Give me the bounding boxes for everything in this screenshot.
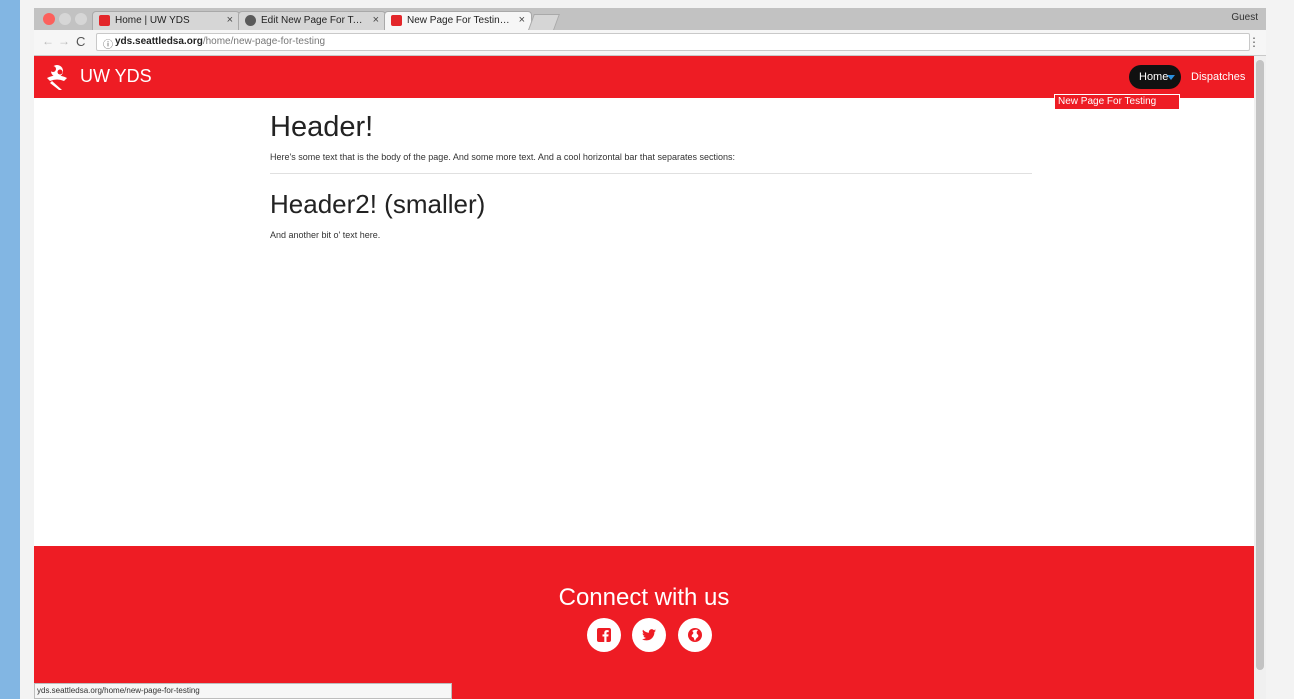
tab-edit-page[interactable]: Edit New Page For Testing | UW YDS ×: [238, 11, 386, 30]
connect-heading: Connect with us: [558, 584, 730, 611]
scrollbar-thumb[interactable]: [1256, 60, 1264, 670]
maximize-window-button[interactable]: [75, 13, 87, 25]
tab-home[interactable]: Home | UW YDS ×: [92, 11, 240, 30]
facebook-icon: [597, 628, 611, 642]
globe-icon: [688, 628, 702, 642]
tab-title: New Page For Testing | UW YDS: [407, 15, 512, 26]
twitter-button[interactable]: [632, 618, 666, 652]
rose-favicon-icon: [391, 15, 402, 26]
nav-home-dropdown[interactable]: Home: [1129, 65, 1181, 89]
page-header: Header!: [270, 111, 374, 143]
new-tab-button[interactable]: [528, 14, 560, 30]
tab-title: Home | UW YDS: [115, 15, 190, 26]
close-window-button[interactable]: [43, 13, 55, 25]
back-arrow-icon[interactable]: ←: [42, 34, 54, 48]
url-domain: yds.seattledsa.org: [115, 36, 203, 47]
browser-toolbar: ← → C ⓘ yds.seattledsa.org/home/new-page…: [34, 30, 1266, 56]
page-content: Header! Here's some text that is the bod…: [270, 108, 1032, 240]
forward-arrow-icon[interactable]: →: [58, 34, 70, 48]
body-paragraph-2: And another bit o' text here.: [270, 230, 381, 240]
rose-logo-icon[interactable]: [44, 63, 70, 91]
website-button[interactable]: [678, 618, 712, 652]
rose-favicon-icon: [99, 15, 110, 26]
site-brand[interactable]: UW YDS: [80, 66, 152, 87]
browser-window: Home | UW YDS × Edit New Page For Testin…: [34, 8, 1266, 699]
browser-menu-icon[interactable]: ⋮: [1248, 35, 1260, 49]
minimize-window-button[interactable]: [59, 13, 71, 25]
horizontal-divider: [270, 173, 1032, 174]
address-bar[interactable]: ⓘ yds.seattledsa.org/home/new-page-for-t…: [96, 33, 1250, 51]
web-page: UW YDS Home Dispatches New Page For Test…: [34, 56, 1254, 699]
facebook-button[interactable]: [587, 618, 621, 652]
page-subheader: Header2! (smaller): [270, 189, 486, 219]
page-scrollbar[interactable]: [1254, 56, 1266, 699]
guest-profile-label[interactable]: Guest: [1231, 12, 1258, 23]
nav-dispatches-link[interactable]: Dispatches: [1191, 71, 1245, 83]
tab-title: Edit New Page For Testing | UW YDS: [261, 15, 366, 26]
nav-home-label: Home: [1139, 71, 1169, 83]
tab-close-icon[interactable]: ×: [373, 14, 379, 26]
url-path: /home/new-page-for-testing: [202, 36, 326, 47]
caret-down-icon: [1167, 75, 1175, 80]
info-icon[interactable]: ⓘ: [103, 36, 113, 51]
reload-icon[interactable]: C: [76, 34, 85, 49]
site-footer: Connect with us: [34, 546, 1254, 699]
url-text: yds.seattledsa.org/home/new-page-for-tes…: [115, 36, 325, 47]
dropdown-item-new-page[interactable]: New Page For Testing: [1054, 94, 1180, 110]
tab-close-icon[interactable]: ×: [519, 14, 525, 26]
twitter-bird-icon: [642, 629, 656, 641]
status-bar-url: yds.seattledsa.org/home/new-page-for-tes…: [34, 683, 452, 699]
site-navbar: UW YDS Home Dispatches: [34, 56, 1254, 98]
desktop-left-edge: [0, 0, 20, 699]
tab-close-icon[interactable]: ×: [227, 14, 233, 26]
tab-strip: Home | UW YDS × Edit New Page For Testin…: [34, 8, 1266, 30]
wagtail-favicon-icon: [245, 15, 256, 26]
tab-new-page-active[interactable]: New Page For Testing | UW YDS ×: [384, 11, 532, 30]
body-paragraph: Here's some text that is the body of the…: [270, 152, 735, 162]
